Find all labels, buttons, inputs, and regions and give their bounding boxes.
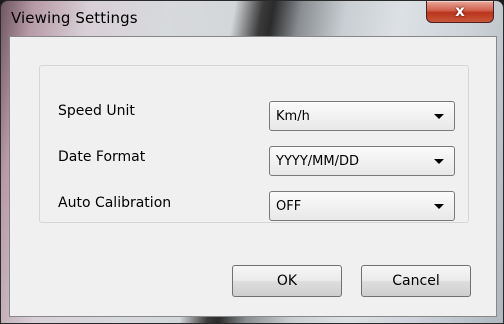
viewing-settings-dialog: Viewing Settings x Speed Unit Km/h Date … <box>0 0 504 324</box>
chevron-down-icon <box>434 204 444 209</box>
cancel-button[interactable]: Cancel <box>361 265 471 297</box>
auto-calibration-dropdown[interactable]: OFF <box>269 191 455 221</box>
dialog-body: Speed Unit Km/h Date Format YYYY/MM/DD A… <box>9 36 497 317</box>
settings-group: Speed Unit Km/h Date Format YYYY/MM/DD A… <box>39 65 469 223</box>
chevron-down-icon <box>434 159 444 164</box>
close-button[interactable]: x <box>426 1 494 23</box>
speed-unit-dropdown[interactable]: Km/h <box>269 101 455 131</box>
ok-button[interactable]: OK <box>232 265 342 297</box>
speed-unit-value: Km/h <box>276 109 310 124</box>
date-format-dropdown[interactable]: YYYY/MM/DD <box>269 146 455 176</box>
title-bar[interactable]: Viewing Settings x <box>1 1 503 35</box>
auto-calibration-label: Auto Calibration <box>58 195 172 211</box>
auto-calibration-value: OFF <box>276 199 302 214</box>
dialog-title: Viewing Settings <box>11 9 138 27</box>
chevron-down-icon <box>434 114 444 119</box>
date-format-value: YYYY/MM/DD <box>276 154 359 169</box>
date-format-label: Date Format <box>58 149 146 165</box>
speed-unit-label: Speed Unit <box>58 103 135 119</box>
close-icon: x <box>455 2 465 20</box>
